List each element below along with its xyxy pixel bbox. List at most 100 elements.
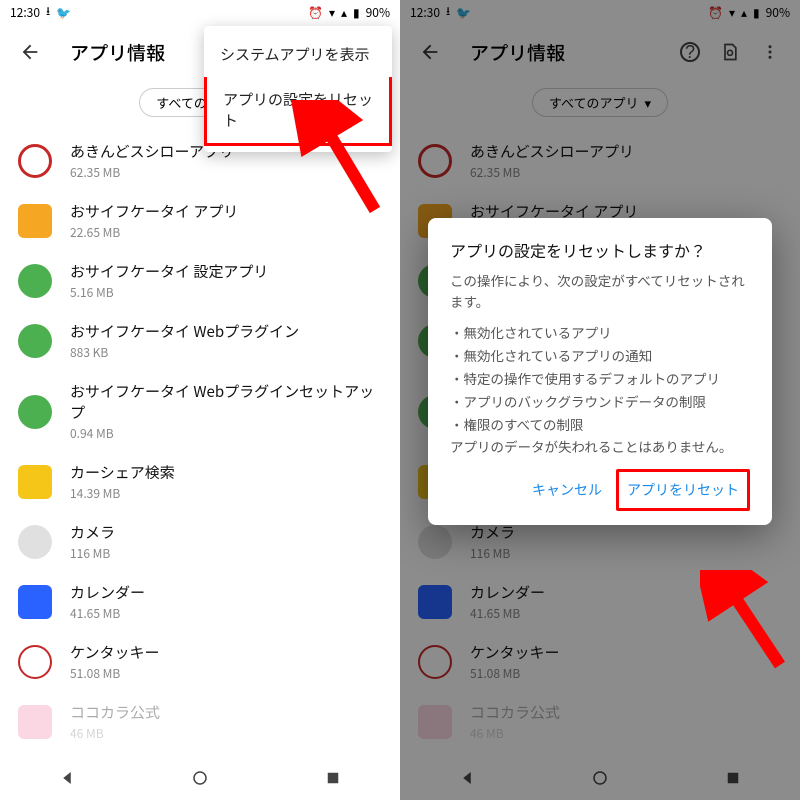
app-size: 41.65 MB	[70, 605, 145, 622]
app-name: カメラ	[470, 522, 515, 543]
back-button[interactable]	[10, 32, 50, 72]
app-row[interactable]: あきんどスシローアプリ 62.35 MB	[400, 131, 800, 191]
app-row[interactable]: おサイフケータイ 設定アプリ 5.16 MB	[0, 251, 400, 311]
status-time: 12:30	[10, 4, 40, 21]
app-row[interactable]: カメラ 116 MB	[0, 512, 400, 572]
dialog-confirm-button[interactable]: アプリをリセット	[616, 469, 750, 511]
back-button[interactable]	[410, 32, 450, 72]
app-icon	[18, 465, 52, 499]
download-icon: ⭳	[446, 2, 450, 23]
nav-back-icon[interactable]	[458, 769, 476, 787]
app-icon	[18, 395, 52, 429]
battery-label: 90%	[366, 4, 390, 21]
screenshot-left: 12:30 ⭳ 🐦 ⏰ ▾ ▴ ▮ 90% アプリ情報 すべてのアプ...	[0, 0, 400, 800]
app-row[interactable]: カーシェア検索14.39 MB	[0, 452, 400, 512]
app-row[interactable]: ココカラ公式46 MB	[400, 692, 800, 752]
overflow-menu: システムアプリを表示 アプリの設定をリセット	[204, 26, 392, 152]
dialog-lead: この操作により、次の設定がすべてリセットされます。	[450, 270, 750, 312]
dialog-bullet: ・権限のすべての制限	[450, 414, 750, 435]
battery-icon: ▮	[753, 4, 760, 21]
dialog-bullet: ・無効化されているアプリ	[450, 322, 750, 343]
app-name: カレンダー	[70, 582, 145, 603]
arrow-back-icon	[19, 41, 41, 63]
dialog-bullet: ・無効化されているアプリの通知	[450, 345, 750, 366]
app-icon	[418, 645, 452, 679]
app-size: 883 KB	[70, 344, 299, 361]
app-icon	[18, 264, 52, 298]
app-name: カレンダー	[470, 582, 545, 603]
status-time: 12:30	[410, 4, 440, 21]
app-icon	[18, 324, 52, 358]
twitter-icon: 🐦	[56, 4, 71, 21]
app-size: 0.94 MB	[70, 425, 382, 442]
reset-dialog: アプリの設定をリセットしますか？ この操作により、次の設定がすべてリセットされま…	[428, 218, 772, 525]
app-row[interactable]: おサイフケータイ Webプラグイン 883 KB	[0, 311, 400, 371]
menu-show-system[interactable]: システムアプリを表示	[204, 32, 392, 77]
search-in-page-icon	[720, 42, 740, 62]
app-icon	[18, 705, 52, 739]
nav-recent-icon[interactable]	[724, 769, 742, 787]
menu-reset-prefs[interactable]: アプリの設定をリセット	[204, 77, 392, 146]
app-icon	[418, 585, 452, 619]
screenshot-right: 12:30 ⭳ 🐦 ⏰ ▾ ▴ ▮ 90% アプリ情報 ?	[400, 0, 800, 800]
app-size: 41.65 MB	[470, 605, 545, 622]
app-row[interactable]: ケンタッキー 51.08 MB	[400, 632, 800, 692]
app-name: おサイフケータイ Webプラグインセットアップ	[70, 381, 382, 423]
status-bar: 12:30 ⭳ 🐦 ⏰ ▾ ▴ ▮ 90%	[0, 0, 400, 24]
app-icon	[418, 705, 452, 739]
alarm-icon: ⏰	[308, 4, 323, 21]
alarm-icon: ⏰	[708, 4, 723, 21]
twitter-icon: 🐦	[456, 4, 471, 21]
app-row[interactable]: おサイフケータイ アプリ 22.65 MB	[0, 191, 400, 251]
download-icon: ⭳	[46, 2, 50, 23]
app-icon	[418, 144, 452, 178]
help-button[interactable]: ?	[670, 32, 710, 72]
nav-back-icon[interactable]	[58, 769, 76, 787]
nav-recent-icon[interactable]	[324, 769, 342, 787]
dialog-bullet: ・アプリのバックグラウンドデータの制限	[450, 391, 750, 412]
app-size: 46 MB	[70, 725, 160, 742]
chevron-down-icon: ▾	[645, 93, 652, 112]
nav-home-icon[interactable]	[591, 769, 609, 787]
app-name: ココカラ公式	[70, 702, 160, 723]
app-size: 5.16 MB	[70, 284, 268, 301]
app-row[interactable]: カレンダー 41.65 MB	[400, 572, 800, 632]
app-name: おサイフケータイ 設定アプリ	[70, 261, 268, 282]
app-size: 62.35 MB	[470, 164, 634, 181]
signal-icon: ▴	[341, 4, 347, 21]
nav-home-icon[interactable]	[191, 769, 209, 787]
filter-chip[interactable]: すべてのアプリ ▾	[532, 88, 668, 117]
app-name: ケンタッキー	[470, 642, 560, 663]
signal-icon: ▴	[741, 4, 747, 21]
wifi-icon: ▾	[329, 4, 335, 21]
help-icon: ?	[680, 42, 700, 62]
navigation-bar	[0, 756, 400, 800]
app-icon	[18, 645, 52, 679]
app-name: おサイフケータイ アプリ	[70, 201, 238, 222]
app-size: 51.08 MB	[470, 665, 560, 682]
app-name: おサイフケータイ Webプラグイン	[70, 321, 299, 342]
app-name: あきんどスシローアプリ	[470, 141, 634, 162]
app-icon	[18, 525, 52, 559]
dialog-tail: アプリのデータが失われることはありません。	[450, 436, 750, 457]
app-name: カメラ	[70, 522, 115, 543]
more-vert-icon	[761, 43, 779, 61]
search-button[interactable]	[710, 32, 750, 72]
app-size: 46 MB	[470, 725, 560, 742]
app-icon	[18, 144, 52, 178]
app-row[interactable]: おサイフケータイ Webプラグインセットアップ 0.94 MB	[0, 371, 400, 452]
app-row[interactable]: ココカラ公式 46 MB	[0, 692, 400, 752]
app-icon	[18, 204, 52, 238]
overflow-button[interactable]	[750, 32, 790, 72]
app-size: 14.39 MB	[70, 485, 175, 502]
status-bar: 12:30 ⭳ 🐦 ⏰ ▾ ▴ ▮ 90%	[400, 0, 800, 24]
app-row[interactable]: カレンダー 41.65 MB	[0, 572, 400, 632]
app-row[interactable]: ケンタッキー51.08 MB	[0, 632, 400, 692]
app-size: 116 MB	[470, 545, 515, 562]
arrow-back-icon	[419, 41, 441, 63]
app-size: 22.65 MB	[70, 224, 238, 241]
navigation-bar	[400, 756, 800, 800]
app-size: 116 MB	[70, 545, 115, 562]
dialog-cancel-button[interactable]: キャンセル	[524, 469, 610, 511]
dialog-bullets: ・無効化されているアプリ ・無効化されているアプリの通知 ・特定の操作で使用する…	[450, 322, 750, 435]
